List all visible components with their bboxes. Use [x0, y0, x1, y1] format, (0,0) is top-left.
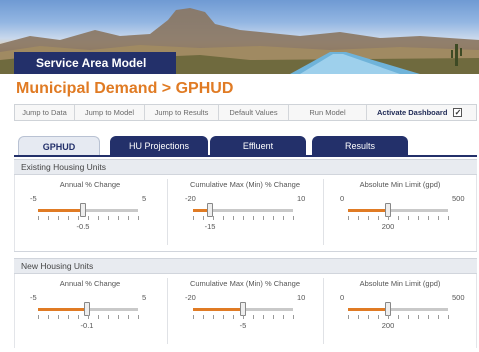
jump-to-data-button[interactable]: Jump to Data	[15, 105, 75, 120]
slider-track[interactable]	[38, 302, 138, 316]
slider-label: Absolute Min Limit (gpd)	[359, 279, 441, 288]
slider-max-label: 5	[142, 293, 147, 302]
tab-results[interactable]: Results	[312, 136, 408, 156]
slider-ticks	[38, 315, 139, 319]
slider-track[interactable]	[348, 302, 448, 316]
column-divider	[323, 179, 324, 245]
slider-max-label: 500	[452, 293, 465, 302]
banner: Service Area Model	[0, 0, 479, 74]
slider-min-label: -20	[185, 194, 196, 203]
slider-fill	[348, 209, 388, 212]
slider-new-cumulative-max-change: Cumulative Max (Min) % Change -20 10 -5	[175, 279, 315, 349]
slider-thumb[interactable]	[385, 203, 391, 217]
slider-max-label: 10	[297, 194, 306, 203]
slider-value: -15	[204, 222, 216, 231]
slider-min-label: -20	[185, 293, 196, 302]
slider-value: -0.5	[76, 222, 90, 231]
slider-max-label: 500	[452, 194, 465, 203]
tab-gphud[interactable]: GPHUD	[18, 136, 100, 156]
tab-effluent[interactable]: Effluent	[210, 136, 306, 156]
jump-to-results-button[interactable]: Jump to Results	[145, 105, 219, 120]
column-divider	[323, 278, 324, 344]
slider-label: Absolute Min Limit (gpd)	[359, 180, 441, 189]
slider-new-annual-change: Annual % Change -5 5 -0.1	[20, 279, 160, 349]
default-values-button[interactable]: Default Values	[219, 105, 289, 120]
slider-track[interactable]	[38, 203, 138, 217]
section-divider	[14, 251, 477, 252]
page-title: Municipal Demand > GPHUD	[16, 80, 234, 97]
activate-dashboard-control[interactable]: Activate Dashboard ✓	[367, 105, 463, 120]
slider-ticks	[193, 315, 294, 319]
slider-label: Annual % Change	[59, 180, 121, 189]
activate-dashboard-label: Activate Dashboard	[377, 108, 448, 117]
banner-title: Service Area Model	[36, 56, 147, 70]
slider-track[interactable]	[193, 203, 293, 217]
section-header-existing-housing-units: Existing Housing Units	[14, 159, 477, 175]
jump-to-model-button[interactable]: Jump to Model	[75, 105, 145, 120]
slider-value: 200	[381, 222, 395, 231]
activate-dashboard-checkbox[interactable]: ✓	[453, 107, 463, 117]
slider-max-label: 10	[297, 293, 306, 302]
slider-ticks	[193, 216, 294, 220]
column-divider	[167, 278, 168, 344]
toolbar: Jump to Data Jump to Model Jump to Resul…	[14, 104, 477, 121]
slider-label: Cumulative Max (Min) % Change	[189, 180, 301, 189]
slider-min-label: -5	[30, 194, 37, 203]
column-divider	[167, 179, 168, 245]
slider-max-label: 5	[142, 194, 147, 203]
slider-existing-absolute-min-limit: Absolute Min Limit (gpd) 0 500 200	[330, 180, 470, 250]
slider-value: -5	[239, 321, 247, 330]
slider-existing-annual-change: Annual % Change -5 5 -0.5	[20, 180, 160, 250]
slider-thumb[interactable]	[84, 302, 90, 316]
tab-underline	[14, 155, 477, 157]
slider-min-label: 0	[340, 293, 345, 302]
slider-ticks	[348, 315, 449, 319]
slider-track[interactable]	[193, 302, 293, 316]
checkmark-icon: ✓	[454, 107, 462, 117]
slider-min-label: -5	[30, 293, 37, 302]
slider-fill	[38, 209, 83, 212]
slider-fill	[193, 308, 243, 311]
slider-ticks	[38, 216, 139, 220]
tab-hu-projections[interactable]: HU Projections	[110, 136, 208, 156]
slider-value: -0.1	[80, 321, 94, 330]
slider-label: Annual % Change	[59, 279, 121, 288]
slider-label: Cumulative Max (Min) % Change	[189, 279, 301, 288]
slider-min-label: 0	[340, 194, 345, 203]
slider-fill	[348, 308, 388, 311]
slider-ticks	[348, 216, 449, 220]
banner-title-box: Service Area Model	[14, 52, 176, 74]
slider-thumb[interactable]	[385, 302, 391, 316]
slider-thumb[interactable]	[80, 203, 86, 217]
slider-new-absolute-min-limit: Absolute Min Limit (gpd) 0 500 200	[330, 279, 470, 349]
slider-fill	[38, 308, 87, 311]
slider-thumb[interactable]	[240, 302, 246, 316]
slider-value: 200	[381, 321, 395, 330]
section-header-new-housing-units: New Housing Units	[14, 258, 477, 274]
slider-existing-cumulative-max-change: Cumulative Max (Min) % Change -20 10 -15	[175, 180, 315, 250]
run-model-button[interactable]: Run Model	[289, 105, 367, 120]
slider-thumb[interactable]	[207, 203, 213, 217]
slider-track[interactable]	[348, 203, 448, 217]
